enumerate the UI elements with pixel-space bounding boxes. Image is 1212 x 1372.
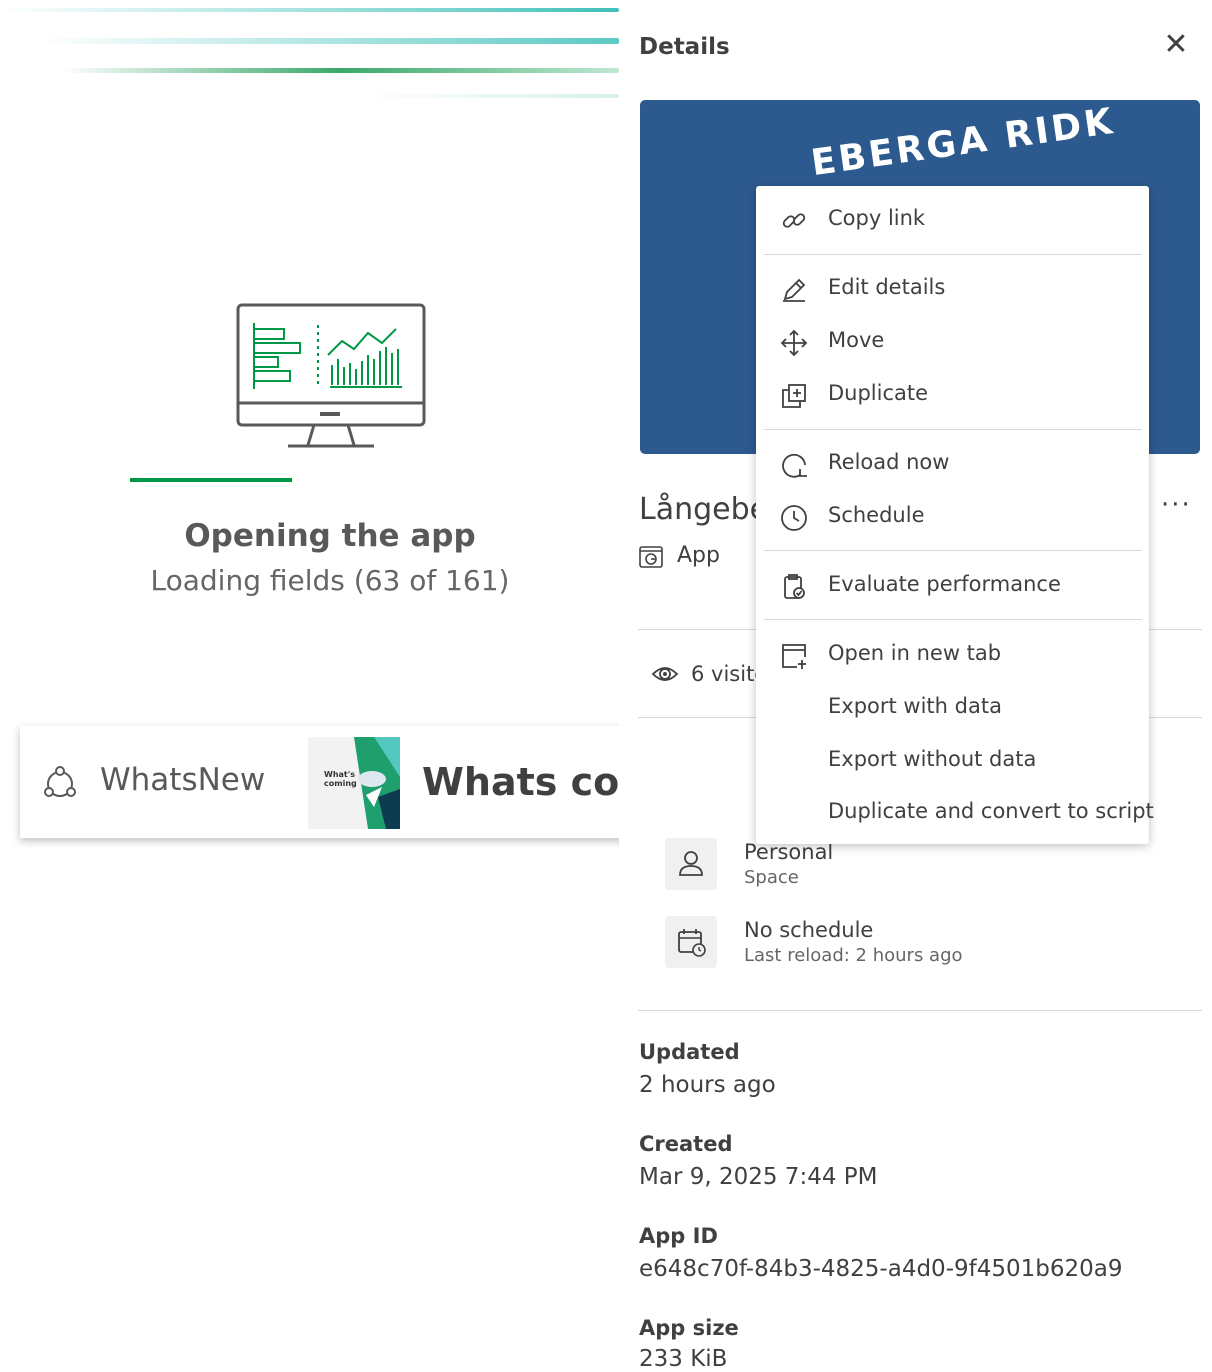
loading-progress-bar — [130, 478, 292, 482]
app-thumbnail: What's coming — [308, 737, 400, 829]
menu-label: Copy link — [828, 206, 926, 230]
app-size-value: 233 KiB — [639, 1346, 728, 1372]
clipboard-check-icon — [780, 573, 808, 601]
menu-label: Edit details — [828, 275, 946, 299]
menu-label: Evaluate performance — [828, 572, 1061, 596]
calendar-clock-icon — [665, 916, 717, 968]
stream-name[interactable]: WhatsNew — [100, 762, 265, 798]
close-button[interactable]: ✕ — [1161, 30, 1191, 60]
panel-title: Details — [639, 34, 730, 60]
menu-label: Duplicate and convert to script — [828, 799, 1154, 823]
menu-label: Reload now — [828, 450, 950, 474]
menu-item-copy-link[interactable]: Copy link — [756, 194, 1149, 246]
clock-icon — [780, 504, 808, 532]
cover-logo-text: EBERGA RIDK — [808, 100, 1118, 185]
app-id-value: e648c70f-84b3-4825-a4d0-9f4501b620a9 — [639, 1256, 1123, 1282]
stream-icon[interactable] — [42, 766, 78, 802]
app-context-menu: Copy link Edit details Move Duplicate Re… — [756, 186, 1154, 844]
menu-item-duplicate[interactable]: Duplicate — [756, 369, 1149, 421]
menu-separator — [764, 254, 1142, 255]
app-id-label: App ID — [639, 1224, 718, 1248]
reload-icon — [780, 451, 808, 479]
app-type-icon — [639, 546, 663, 568]
thumbnail-caption: What's coming — [324, 770, 357, 788]
updated-value: 2 hours ago — [639, 1072, 776, 1098]
space-label: Space — [744, 867, 799, 888]
menu-separator — [764, 429, 1142, 430]
link-icon — [780, 207, 808, 235]
loading-status: Loading fields (63 of 161) — [150, 564, 510, 597]
menu-item-open-new-tab[interactable]: Open in new tab — [756, 629, 1149, 681]
menu-item-schedule[interactable]: Schedule — [756, 491, 1149, 543]
app-type-label: App — [677, 543, 720, 568]
menu-item-export-without-data[interactable]: Export without data — [756, 735, 1149, 787]
menu-label: Move — [828, 328, 885, 352]
created-value: Mar 9, 2025 7:44 PM — [639, 1164, 878, 1190]
app-name: Långebe — [639, 492, 769, 527]
panel-more-button[interactable]: ··· — [1161, 490, 1192, 520]
menu-label: Export with data — [828, 694, 1002, 718]
app-size-label: App size — [639, 1316, 739, 1340]
menu-item-duplicate-convert-script[interactable]: Duplicate and convert to script — [756, 787, 1154, 839]
menu-label: Schedule — [828, 503, 925, 527]
menu-item-evaluate-performance[interactable]: Evaluate performance — [756, 560, 1149, 612]
updated-label: Updated — [639, 1040, 740, 1064]
menu-separator — [764, 550, 1142, 551]
schedule-status: No schedule — [744, 918, 874, 942]
new-tab-icon — [780, 642, 808, 670]
pencil-icon — [780, 276, 808, 304]
menu-item-edit-details[interactable]: Edit details — [756, 263, 1149, 315]
menu-item-move[interactable]: Move — [756, 316, 1149, 368]
menu-label: Open in new tab — [828, 641, 1002, 665]
divider — [638, 1010, 1202, 1011]
menu-item-reload-now[interactable]: Reload now — [756, 438, 1149, 490]
menu-label: Export without data — [828, 747, 1037, 771]
user-icon — [665, 838, 717, 890]
move-arrows-icon — [780, 329, 808, 357]
menu-item-export-with-data[interactable]: Export with data — [756, 682, 1149, 734]
loading-title: Opening the app — [184, 518, 476, 554]
monitor-chart-illustration — [236, 303, 426, 451]
last-reload: Last reload: 2 hours ago — [744, 945, 963, 966]
duplicate-icon — [780, 382, 808, 410]
eye-icon — [651, 662, 679, 686]
menu-label: Duplicate — [828, 381, 929, 405]
menu-separator — [764, 619, 1142, 620]
created-label: Created — [639, 1132, 733, 1156]
